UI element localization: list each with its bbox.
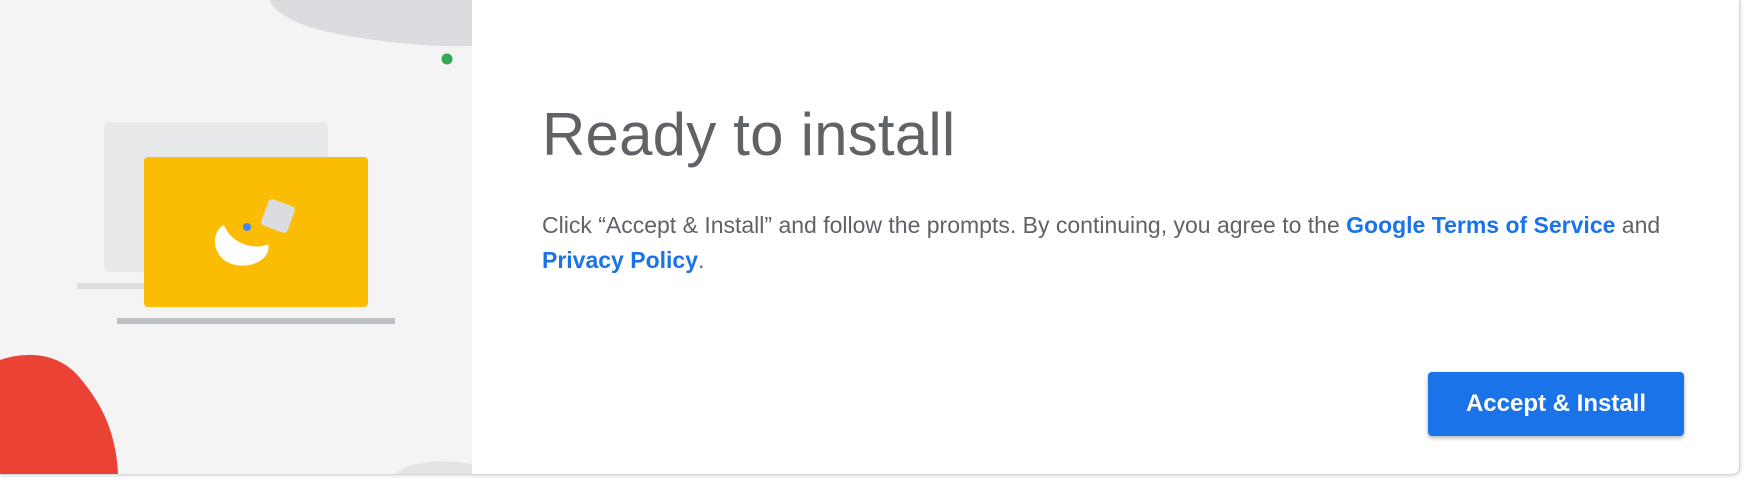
install-illustration xyxy=(0,0,472,474)
install-dialog: Ready to install Click “Accept & Install… xyxy=(0,0,1740,475)
laptop-install-illustration-icon xyxy=(0,0,472,474)
privacy-policy-link[interactable]: Privacy Policy xyxy=(542,247,698,273)
body-text-intro: Click “Accept & Install” and follow the … xyxy=(542,212,1347,238)
body-text-and: and xyxy=(1615,212,1661,238)
terms-of-service-link[interactable]: Google Terms of Service xyxy=(1346,212,1615,238)
accept-and-install-button[interactable]: Accept & Install xyxy=(1428,372,1684,436)
dialog-body-text: Click “Accept & Install” and follow the … xyxy=(542,208,1682,278)
dialog-title: Ready to install xyxy=(542,101,956,168)
body-text-period: . xyxy=(698,247,705,273)
